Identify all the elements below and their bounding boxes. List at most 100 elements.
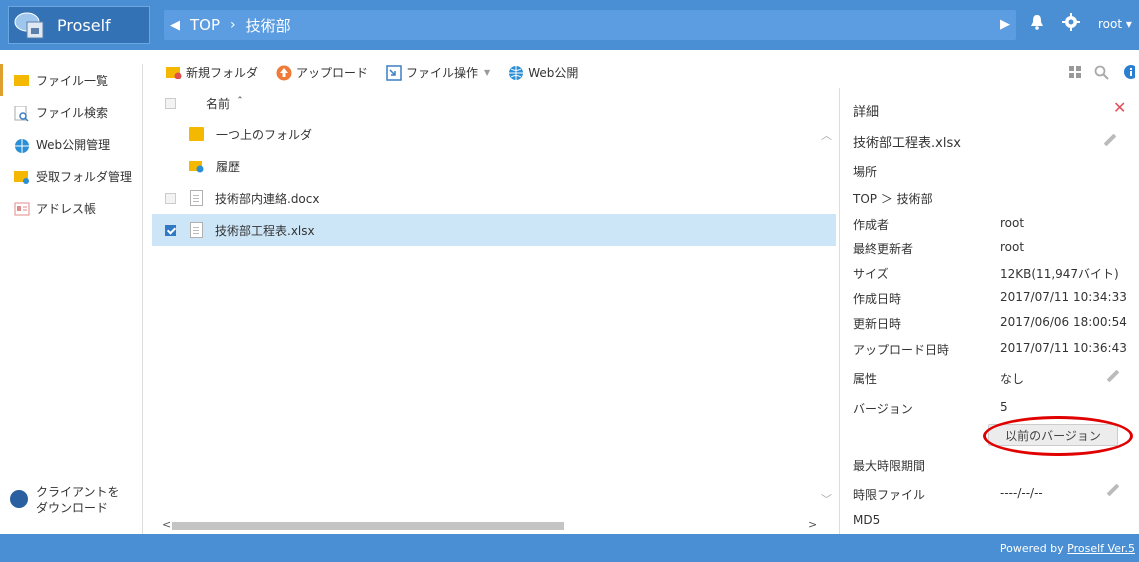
sidebar-item-label: 受取フォルダ管理 [36,169,133,184]
row-checkbox-checked[interactable] [165,224,176,236]
footer-text: Powered by Proself Ver.5 [1000,542,1135,555]
toolbar: 新規フォルダ アップロード ファイル操作 ▼ Web公開 [150,58,1139,86]
md5-label: MD5 [853,513,881,527]
list-item[interactable]: 履歴 [152,150,836,182]
breadcrumb-root[interactable]: TOP [190,16,220,34]
size-label: サイズ [853,267,889,281]
uploaded-value: 2017/07/11 10:36:43 [1000,341,1127,355]
app-title: Proself [57,15,111,35]
attribute-value: なし [1000,372,1025,386]
dropdown-caret-icon: ▼ [484,67,491,77]
web-publish-icon [508,65,524,80]
updated-label: 更新日時 [853,317,902,331]
upload-icon [276,65,292,81]
updater-value: root [1000,240,1025,254]
sidebar: ファイル一覧 ファイル検索 Web公開管理 受取フォルダ管理 アドレス帳 クライ… [0,64,143,534]
folder-icon [14,74,30,87]
horizontal-scrollbar[interactable]: < > [160,518,820,533]
location-value: TOP ＞ 技術部 [853,192,933,206]
document-icon [190,222,203,238]
download-client-link[interactable]: クライアントを ダウンロード [10,484,120,516]
back-arrow-icon[interactable]: ◀ [170,18,180,33]
folder-icon [189,127,204,141]
edit-attribute-pencil-icon[interactable] [1106,369,1120,383]
size-value: 12KB(11,947バイト) [1000,267,1119,281]
proself-version-link[interactable]: Proself Ver.5 [1067,542,1135,555]
file-name: 技術部内連絡.docx [215,191,320,206]
scroll-right-icon[interactable]: > [808,518,817,531]
bell-icon[interactable] [1030,14,1044,33]
sidebar-item-web-publish[interactable]: Web公開管理 [0,128,142,160]
updater-label: 最終更新者 [853,242,914,256]
file-operations-menu[interactable]: ファイル操作 ▼ [386,64,490,81]
creator-value: root [1000,216,1025,230]
forward-arrow-icon[interactable]: ▶ [1000,17,1010,32]
grid-view-icon[interactable] [1069,65,1082,82]
vertical-scrollbar[interactable]: ︿ ﹀ [821,125,835,507]
name-column-header[interactable]: 名前 ＾ [206,95,246,112]
version-value: 5 [1000,400,1008,414]
sidebar-item-label: ファイル一覧 [36,73,109,88]
history-folder-icon [189,159,204,173]
gear-icon[interactable] [1062,13,1080,34]
scroll-left-icon[interactable]: < [162,518,171,531]
info-icon[interactable] [1121,64,1138,83]
breadcrumb: ◀ TOP › 技術部 ▶ [164,10,1016,40]
edit-timed-file-pencil-icon[interactable] [1106,483,1120,497]
uploaded-label: アップロード日時 [853,343,950,357]
scrollbar-thumb[interactable] [172,522,564,530]
footer-bar: Powered by Proself Ver.5 [0,534,1139,562]
sidebar-item-label: アドレス帳 [36,201,97,216]
details-panel: 詳細 ✕ 技術部工程表.xlsx 場所 TOP ＞ 技術部 作成者 root 最… [839,88,1139,534]
scroll-up-icon[interactable]: ︿ [821,127,832,143]
sidebar-item-label: Web公開管理 [36,137,111,152]
new-folder-icon [166,65,182,80]
sidebar-item-file-list[interactable]: ファイル一覧 [0,64,142,96]
user-menu[interactable]: root ▾ [1098,17,1132,31]
file-list: 名前 ＾ 一つ上のフォルダ 履歴 技術部内連絡.docx 技術部工程表.xlsx [152,88,836,533]
file-operations-icon [386,65,402,81]
list-header: 名前 ＾ [152,88,836,118]
receive-folder-icon [14,170,30,184]
creator-label: 作成者 [853,218,890,232]
file-name: 一つ上のフォルダ [216,127,313,142]
sidebar-item-label: ファイル検索 [36,105,109,120]
new-folder-label: 新規フォルダ [186,65,259,80]
download-line-2: ダウンロード [36,501,109,515]
row-checkbox[interactable] [165,192,176,204]
document-icon [190,190,203,206]
proself-logo-icon [13,10,47,40]
sidebar-item-file-search[interactable]: ファイル検索 [0,96,142,128]
scroll-down-icon[interactable]: ﹀ [821,491,832,507]
toolbar-right [1069,64,1138,83]
file-name: 履歴 [216,159,241,174]
file-name: 技術部工程表.xlsx [215,223,315,238]
sidebar-item-receive-folder[interactable]: 受取フォルダ管理 [0,160,142,192]
list-item-selected[interactable]: 技術部工程表.xlsx [152,214,836,246]
upload-label: アップロード [296,65,369,80]
web-publish-button[interactable]: Web公開 [508,64,578,81]
new-folder-button[interactable]: 新規フォルダ [166,64,258,81]
header-bar: Proself ◀ TOP › 技術部 ▶ root ▾ [0,0,1139,50]
location-label: 場所 [853,165,878,179]
max-period-label: 最大時限期間 [853,459,926,473]
select-all-checkbox[interactable] [165,97,176,109]
details-file-name: 技術部工程表.xlsx [853,136,961,151]
app-logo[interactable]: Proself [8,6,150,44]
version-label: バージョン [853,402,913,416]
breadcrumb-separator: › [230,17,236,33]
timed-file-label: 時限ファイル [853,488,926,502]
address-book-icon [14,202,30,215]
sidebar-item-address-book[interactable]: アドレス帳 [0,192,142,224]
close-icon[interactable]: ✕ [1113,98,1126,117]
rename-pencil-icon[interactable] [1103,133,1117,147]
breadcrumb-current[interactable]: 技術部 [246,15,291,36]
list-item[interactable]: 技術部内連絡.docx [152,182,836,214]
list-item[interactable]: 一つ上のフォルダ [152,118,836,150]
upload-button[interactable]: アップロード [276,64,368,81]
file-operations-label: ファイル操作 [406,65,479,80]
attribute-label: 属性 [853,372,878,386]
search-icon[interactable] [1094,65,1109,83]
download-client-label: クライアントを ダウンロード [36,484,120,516]
timed-file-value: ----/--/-- [1000,486,1043,500]
